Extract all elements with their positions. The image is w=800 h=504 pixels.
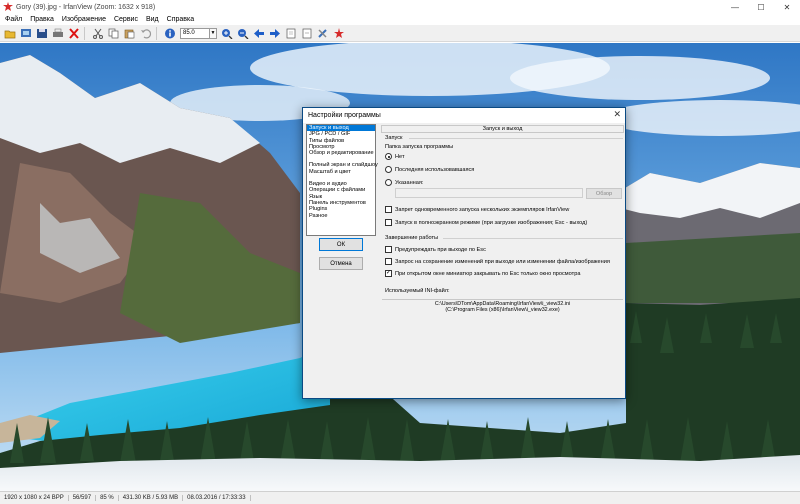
check-thumbs-label: При открытом окне миниатюр закрывать по … [395,270,581,277]
radio-none-row[interactable]: Нет [385,153,405,160]
radio-last-used-label: Последняя использовавшаяся [395,166,475,173]
copy-to-icon[interactable] [283,26,299,41]
category-file-operations[interactable]: Операции с файлами [307,187,375,193]
radio-specified[interactable] [385,179,392,186]
delete-icon[interactable] [66,26,82,41]
minimize-button[interactable]: — [722,0,748,14]
menu-file[interactable]: Файл [2,16,27,23]
check-save-query[interactable] [385,258,392,265]
undo-icon[interactable] [138,26,154,41]
slideshow-icon[interactable] [18,26,34,41]
paste-icon[interactable] [122,26,138,41]
group-exit-label: Завершение работы [385,235,439,241]
menu-view[interactable]: Вид [143,16,164,23]
startup-folder-input[interactable] [395,188,583,198]
radio-none[interactable] [385,153,392,160]
group-divider [409,138,623,139]
move-to-icon[interactable] [299,26,315,41]
settings-tools-icon[interactable] [315,26,331,41]
ok-button[interactable]: ОК [319,238,363,251]
check-save-query-label: Запрос на сохранение изменений при выход… [395,258,610,265]
category-misc[interactable]: Разное [307,213,375,219]
group-divider [443,238,623,239]
title-bar: Gory (39).jpg - IrfanView (Zoom: 1632 x … [0,0,800,14]
cut-icon[interactable] [90,26,106,41]
radio-specified-row[interactable]: Указанная: [385,179,423,186]
check-warn-esc-row[interactable]: Предупреждать при выходе по Esc [385,246,486,253]
zoom-out-icon[interactable] [235,26,251,41]
print-icon[interactable] [50,26,66,41]
check-fullscreen[interactable] [385,219,392,226]
check-warn-esc-label: Предупреждать при выходе по Esc [395,246,486,253]
group-startup-label: Запуск [385,135,403,141]
check-thumbs-row[interactable]: ✓ При открытом окне миниатюр закрывать п… [385,270,580,277]
zoom-input[interactable]: 85.0 [180,27,210,39]
about-icon[interactable] [331,26,347,41]
toolbar: 85.0 ▼ [0,25,800,42]
zoom-dropdown-chevron-down-icon[interactable]: ▼ [210,27,217,39]
check-save-query-row[interactable]: Запрос на сохранение изменений при выход… [385,258,610,265]
check-warn-esc[interactable] [385,246,392,253]
info-icon[interactable] [162,26,178,41]
status-zoom: 85 % [96,495,119,501]
dialog-title: Настройки программы [308,112,381,119]
ini-file-path-box: C:\Users\DTom\AppData\Roaming\IrfanView\… [382,299,623,316]
status-file-size: 431.30 KB / 5.93 MB [119,495,184,501]
category-fullscreen-slideshow[interactable]: Полный экран и слайдшоу [307,162,378,168]
toolbar-separator [156,26,160,40]
zoom-in-icon[interactable] [219,26,235,41]
browse-button[interactable]: Обзор [586,188,622,199]
check-fullscreen-label: Запуск в полноэкранном режиме (при загру… [395,219,588,226]
menu-bar: Файл Правка Изображение Сервис Вид Справ… [0,14,800,25]
next-image-arrow-right-icon[interactable] [267,26,283,41]
menu-tools[interactable]: Сервис [111,16,143,23]
maximize-button[interactable]: ☐ [748,0,774,14]
settings-dialog: Настройки программы ✕ Запуск и выход JPG… [302,107,626,399]
radio-last-used-row[interactable]: Последняя использовавшаяся [385,166,474,173]
category-browse-edit[interactable]: Обзор и редактирование [307,150,375,156]
check-multi-instance-label: Запрет одновременного запуска нескольких… [395,206,570,213]
radio-last-used[interactable] [385,166,392,173]
radio-none-label: Нет [395,153,405,160]
check-multi-instance[interactable] [385,206,392,213]
status-bar: 1920 x 1080 x 24 BPP 56/597 85 % 431.30 … [0,491,800,504]
check-multi-instance-row[interactable]: Запрет одновременного запуска нескольких… [385,206,569,213]
menu-edit[interactable]: Правка [27,16,59,23]
menu-image[interactable]: Изображение [59,16,111,23]
menu-help[interactable]: Справка [164,16,199,23]
window-title: Gory (39).jpg - IrfanView (Zoom: 1632 x … [16,3,156,11]
category-list[interactable]: Запуск и выход JPG / PCD / GIF Типы файл… [306,124,378,236]
radio-specified-label: Указанная: [395,179,424,186]
check-thumbs[interactable]: ✓ [385,270,392,277]
status-file-index: 56/597 [69,495,97,501]
dialog-title-bar: Настройки программы ✕ [303,108,625,123]
startup-folder-label: Папка запуска программы [385,144,454,150]
previous-image-arrow-left-icon[interactable] [251,26,267,41]
close-window-button[interactable]: ✕ [774,0,800,14]
toolbar-separator [84,26,88,40]
open-icon[interactable] [2,26,18,41]
settings-panel: Запуск и выход Запуск Папка запуска прог… [381,125,624,397]
ini-file-label: Используемый INI-файл: [385,288,450,294]
copy-icon[interactable] [106,26,122,41]
status-datetime: 08.03.2016 / 17:33:33 [183,495,251,501]
cancel-button[interactable]: Отмена [319,257,363,270]
dialog-close-icon[interactable]: ✕ [613,109,621,120]
irfanview-app-icon [3,2,13,11]
check-fullscreen-row[interactable]: Запуск в полноэкранном режиме (при загру… [385,219,587,226]
exe-file-path: (C:\Program Files (x86)\IrfanView\i_view… [445,307,560,314]
save-icon[interactable] [34,26,50,41]
panel-title: Запуск и выход [381,125,624,133]
status-dimensions: 1920 x 1080 x 24 BPP [0,495,69,501]
